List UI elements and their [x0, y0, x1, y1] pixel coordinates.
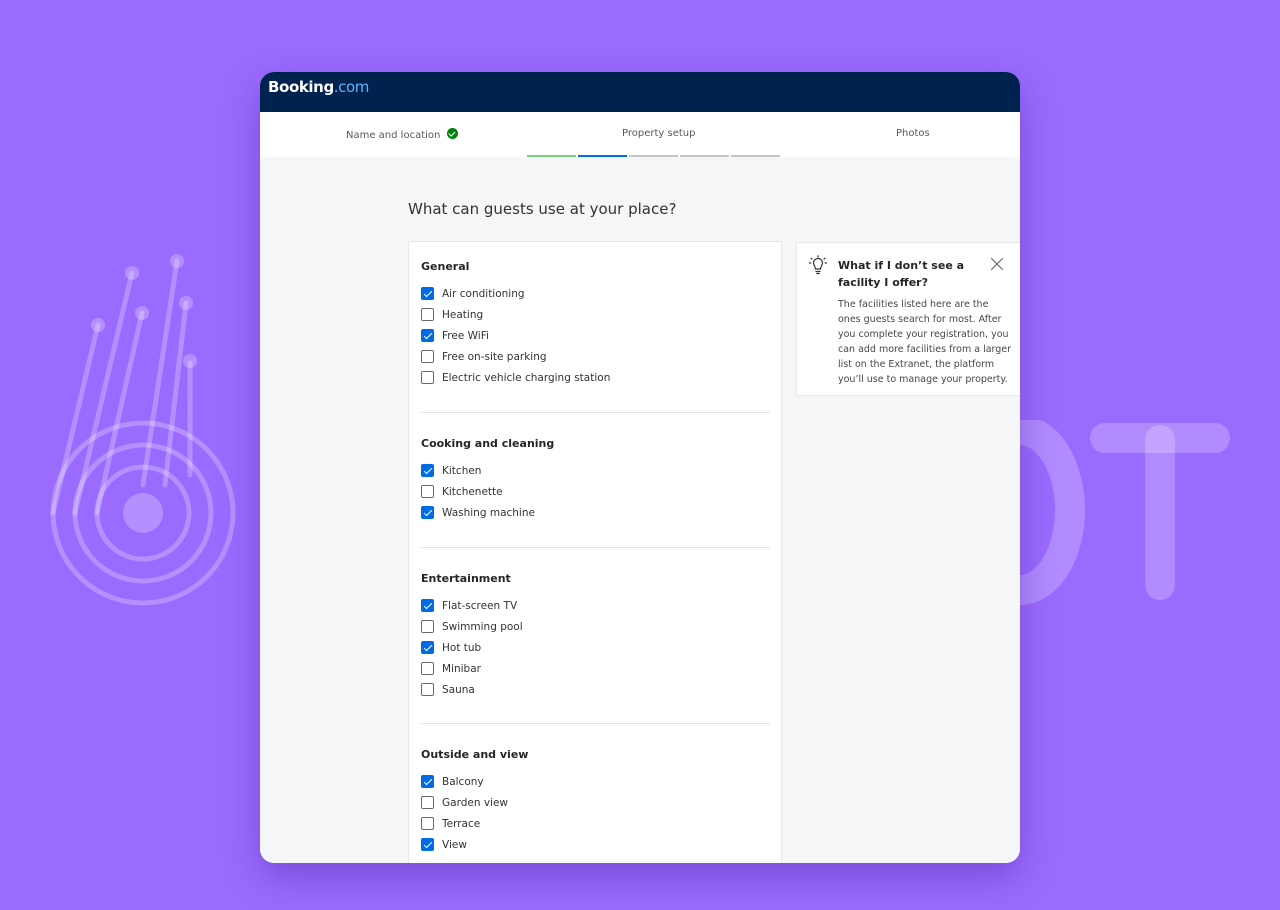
facility-option[interactable]: Kitchenette: [421, 481, 770, 502]
section-divider: [421, 723, 770, 724]
close-icon[interactable]: [990, 257, 1004, 271]
step-photos[interactable]: Photos: [896, 128, 930, 139]
facility-section: Cooking and cleaning Kitchen Kitchenette Wa…: [421, 437, 770, 523]
facility-label: Heating: [442, 308, 484, 321]
facility-option[interactable]: Electric vehicle charging station: [421, 367, 770, 388]
step-label: Property setup: [622, 128, 696, 139]
facility-label: Flat-screen TV: [442, 599, 518, 612]
section-divider: [421, 412, 770, 413]
tip-body: The facilities listed here are the ones …: [838, 299, 1012, 385]
browser-window: Booking.com Name and location Property s…: [260, 72, 1020, 863]
facility-checkbox[interactable]: [421, 775, 434, 788]
page-title: What can guests use at your place?: [408, 200, 677, 218]
step-label: Name and location: [346, 130, 441, 141]
facility-option[interactable]: Terrace: [421, 813, 770, 834]
facility-option[interactable]: Free on-site parking: [421, 346, 770, 367]
facility-option[interactable]: Minibar: [421, 658, 770, 679]
facility-option[interactable]: Hot tub: [421, 637, 770, 658]
facility-label: Free WiFi: [442, 329, 489, 342]
section-title: Cooking and cleaning: [421, 437, 555, 450]
facility-label: Terrace: [442, 817, 481, 830]
facility-checkbox[interactable]: [421, 329, 434, 342]
facility-label: Sauna: [442, 683, 475, 696]
facility-checkbox[interactable]: [421, 350, 434, 363]
facility-section: Entertainment Flat-screen TV Swimming pool…: [421, 572, 770, 700]
facility-option[interactable]: Balcony: [421, 771, 770, 792]
facility-checkbox[interactable]: [421, 308, 434, 321]
facility-checkbox[interactable]: [421, 662, 434, 675]
facility-option[interactable]: Sauna: [421, 679, 770, 700]
facility-option[interactable]: Air conditioning: [421, 283, 770, 304]
background-logo: [50, 254, 236, 606]
facility-label: Minibar: [442, 662, 481, 675]
facility-section: Outside and view Balcony Garden view Terrac…: [421, 748, 770, 855]
section-title: Entertainment: [421, 572, 511, 585]
booking-logo[interactable]: Booking.com: [268, 78, 369, 96]
facility-checkbox[interactable]: [421, 620, 434, 633]
facility-checkbox[interactable]: [421, 641, 434, 654]
facilities-card: General Air conditioning Heating Free WiFi F…: [408, 241, 782, 863]
facility-option[interactable]: View: [421, 834, 770, 855]
facility-option[interactable]: Kitchen: [421, 460, 770, 481]
facility-checkbox[interactable]: [421, 506, 434, 519]
facility-checkbox[interactable]: [421, 485, 434, 498]
facility-checkbox[interactable]: [421, 287, 434, 300]
facility-label: View: [442, 838, 467, 851]
step-property-setup[interactable]: Property setup: [622, 128, 695, 139]
top-navigation-bar: Booking.com: [260, 72, 1020, 112]
facility-label: Balcony: [442, 775, 484, 788]
section-divider: [421, 547, 770, 548]
brand-name: Booking: [268, 78, 334, 96]
facility-label: Swimming pool: [442, 620, 523, 633]
check-circle-icon: [446, 128, 458, 139]
facility-label: Free on-site parking: [442, 350, 547, 363]
progress-steps: Name and location Property setup Photos: [260, 112, 1020, 158]
tip-panel: What if I don’t see a facility I offer? …: [796, 242, 1020, 396]
step-name-and-location[interactable]: Name and location: [346, 128, 458, 141]
facility-option[interactable]: Heating: [421, 304, 770, 325]
step-label: Photos: [896, 128, 930, 139]
tip-title: What if I don’t see a facility I offer?: [838, 259, 965, 289]
facility-label: Electric vehicle charging station: [442, 371, 611, 384]
facility-label: Kitchenette: [442, 485, 503, 498]
main-content: What can guests use at your place? Gener…: [260, 157, 1020, 863]
facility-checkbox[interactable]: [421, 599, 434, 612]
facility-label: Hot tub: [442, 641, 482, 654]
facility-checkbox[interactable]: [421, 683, 434, 696]
facility-checkbox[interactable]: [421, 371, 434, 384]
facility-section: General Air conditioning Heating Free WiFi F…: [421, 260, 770, 388]
facility-checkbox[interactable]: [421, 817, 434, 830]
facility-label: Air conditioning: [442, 287, 525, 300]
facility-label: Washing machine: [442, 506, 535, 519]
facility-checkbox[interactable]: [421, 464, 434, 477]
facility-label: Kitchen: [442, 464, 482, 477]
facility-checkbox[interactable]: [421, 838, 434, 851]
lightbulb-icon: [809, 255, 827, 275]
facility-checkbox[interactable]: [421, 796, 434, 809]
facility-option[interactable]: Swimming pool: [421, 616, 770, 637]
brand-suffix: .com: [333, 78, 370, 96]
background-letters: [1020, 420, 1230, 605]
section-title: General: [421, 260, 470, 273]
facility-label: Garden view: [442, 796, 508, 809]
facility-option[interactable]: Free WiFi: [421, 325, 770, 346]
facility-option[interactable]: Flat-screen TV: [421, 595, 770, 616]
facility-option[interactable]: Washing machine: [421, 502, 770, 523]
facility-option[interactable]: Garden view: [421, 792, 770, 813]
section-title: Outside and view: [421, 748, 529, 761]
